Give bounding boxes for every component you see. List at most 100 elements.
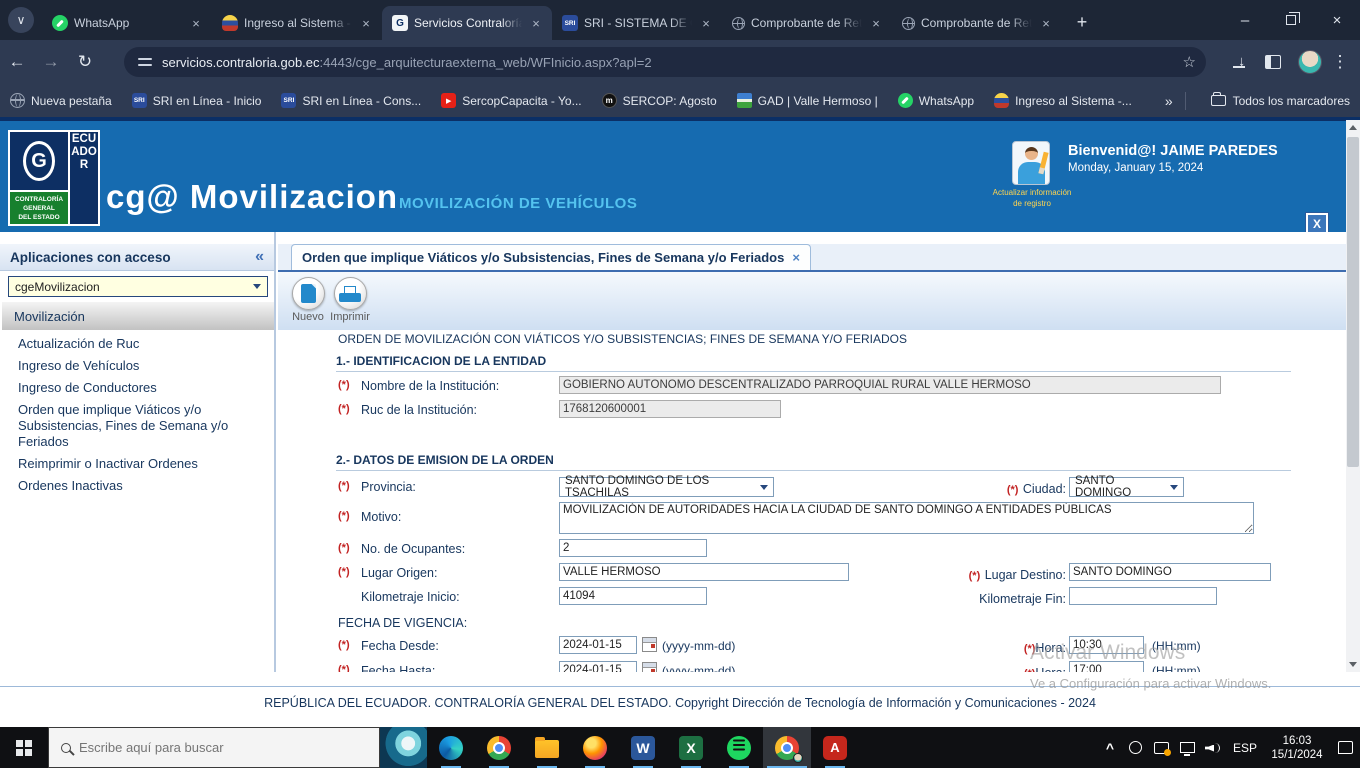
close-tab-icon[interactable]: × <box>188 15 204 31</box>
calendar-icon[interactable] <box>642 662 657 672</box>
tab-servicios-contraloria[interactable]: G Servicios Contraloría × <box>382 6 552 40</box>
scrollbar-down-arrow[interactable] <box>1346 657 1360 672</box>
close-tab-icon[interactable]: × <box>698 15 714 31</box>
bookmark-sercopcapacita[interactable]: ▶ SercopCapacita - Yo... <box>441 93 582 108</box>
tray-circle-icon[interactable] <box>1122 741 1148 754</box>
section-2-header: 2.- DATOS DE EMISION DE LA ORDEN <box>336 453 554 467</box>
reload-button[interactable]: ↻ <box>68 52 102 72</box>
ciudad-select[interactable]: SANTO DOMINGO <box>1069 475 1184 499</box>
motivo-textarea[interactable]: MOVILIZACIÓN DE AUTORIDADES HACIA LA CIU… <box>559 502 1254 534</box>
bookmark-whatsapp[interactable]: WhatsApp <box>897 93 974 108</box>
close-tab-icon[interactable]: × <box>528 15 544 31</box>
menu-kebab-icon[interactable]: ⋮ <box>1330 52 1350 72</box>
network-tray-icon[interactable] <box>1174 742 1200 756</box>
side-panel-icon[interactable] <box>1265 55 1281 69</box>
user-avatar[interactable] <box>1012 141 1050 185</box>
tab-title: Comprobante de Ret <box>751 16 862 30</box>
origen-input[interactable] <box>559 563 849 581</box>
taskbar-excel[interactable]: X <box>667 727 715 768</box>
search-input[interactable] <box>79 740 369 755</box>
calendar-icon[interactable] <box>642 637 657 652</box>
start-button[interactable] <box>0 727 48 768</box>
all-bookmarks-button[interactable]: Todos los marcadores <box>1196 92 1350 108</box>
bookmark-nueva-pestana[interactable]: Nueva pestaña <box>10 93 112 108</box>
scrollbar-thumb[interactable] <box>1347 137 1359 467</box>
sidebar-item-orden-viaticos[interactable]: Orden que implique Viáticos y/o Subsiste… <box>18 402 268 450</box>
ocupantes-input[interactable] <box>559 539 707 557</box>
bookmark-sri-consultas[interactable]: SRI SRI en Línea - Cons... <box>281 93 421 108</box>
tab-comprobante-2[interactable]: Comprobante de Ret × <box>892 6 1062 40</box>
restore-button[interactable] <box>1268 0 1314 40</box>
sidebar-item-ordenes-inactivas[interactable]: Ordenes Inactivas <box>18 478 268 494</box>
back-button[interactable]: ← <box>0 52 34 72</box>
sidebar-item-reimprimir-ordenes[interactable]: Reimprimir o Inactivar Ordenes <box>18 456 268 472</box>
tab-search-button[interactable]: ∨ <box>8 7 34 33</box>
url-host: servicios.contraloria.gob.ec <box>162 54 320 70</box>
url-bar[interactable]: servicios.contraloria.gob.ec:4443/cge_ar… <box>124 47 1206 77</box>
tab-whatsapp[interactable]: WhatsApp × <box>42 6 212 40</box>
tab-sri-sistema[interactable]: SRI SRI - SISTEMA DE CO × <box>552 6 722 40</box>
site-info-icon[interactable] <box>138 56 152 68</box>
sidebar-item-actualizacion-ruc[interactable]: Actualización de Ruc <box>18 336 268 352</box>
section-1-header: 1.- IDENTIFICACION DE LA ENTIDAD <box>336 354 547 368</box>
ecuador-emblem-icon <box>994 93 1010 108</box>
bookmark-sercop[interactable]: m SERCOP: Agosto <box>601 93 717 108</box>
volume-tray-icon[interactable] <box>1200 741 1226 755</box>
language-indicator[interactable]: ESP <box>1226 741 1264 755</box>
taskbar-firefox[interactable] <box>571 727 619 768</box>
close-content-tab-icon[interactable]: × <box>792 250 800 265</box>
close-tab-icon[interactable]: × <box>1038 15 1054 31</box>
minimize-button[interactable]: – <box>1222 0 1268 40</box>
km-inicio-input[interactable] <box>559 587 707 605</box>
forward-button[interactable]: → <box>34 52 68 72</box>
hidden-icons-chevron[interactable]: ^ <box>1098 740 1122 756</box>
close-window-button[interactable]: × <box>1314 0 1360 40</box>
taskbar-edge[interactable] <box>427 727 475 768</box>
ruc-input[interactable] <box>559 400 781 418</box>
logout-close-button[interactable]: X <box>1305 212 1329 235</box>
action-center-button[interactable] <box>1330 741 1360 754</box>
downloads-icon[interactable]: ← <box>1222 54 1256 70</box>
bookmark-star-icon[interactable]: ☆ <box>1183 53 1196 71</box>
fecha-desde-input[interactable] <box>559 636 637 654</box>
taskbar-chrome-active[interactable] <box>763 727 811 768</box>
close-tab-icon[interactable]: × <box>358 15 374 31</box>
close-tab-icon[interactable]: × <box>868 15 884 31</box>
taskbar-search[interactable] <box>48 727 380 768</box>
news-weather-widget[interactable] <box>380 727 427 768</box>
application-select[interactable]: cgeMovilizacion <box>8 276 268 297</box>
taskbar-clock[interactable]: 16:03 15/1/2024 <box>1264 734 1330 762</box>
taskbar-word[interactable]: W <box>619 727 667 768</box>
new-tab-button[interactable]: + <box>1068 8 1096 36</box>
taskbar-file-explorer[interactable] <box>523 727 571 768</box>
bookmark-ingreso[interactable]: Ingreso al Sistema -... <box>994 93 1132 108</box>
sidebar-item-ingreso-conductores[interactable]: Ingreso de Conductores <box>18 380 268 396</box>
print-button[interactable]: Imprimir <box>328 277 372 323</box>
content-tab-orden[interactable]: Orden que implique Viáticos y/o Subsiste… <box>291 244 811 270</box>
taskbar-spotify[interactable] <box>715 727 763 768</box>
bookmark-gad[interactable]: GAD | Valle Hermoso | <box>736 93 878 108</box>
chevron-down-icon: ∨ <box>16 13 26 27</box>
url-text[interactable]: servicios.contraloria.gob.ec:4443/cge_ar… <box>162 55 1175 70</box>
tab-ingreso-sistema[interactable]: Ingreso al Sistema - C × <box>212 6 382 40</box>
sidebar-item-ingreso-vehiculos[interactable]: Ingreso de Vehículos <box>18 358 268 374</box>
taskbar-acrobat[interactable]: A <box>811 727 859 768</box>
content-tab-strip: Orden que implique Viáticos y/o Subsiste… <box>278 232 1346 272</box>
page-scrollbar[interactable] <box>1346 120 1360 672</box>
bookmark-sri-inicio[interactable]: SRI SRI en Línea - Inicio <box>131 93 261 108</box>
cast-tray-icon[interactable] <box>1148 741 1174 756</box>
update-registration-link[interactable]: Actualizar información de registro <box>990 187 1074 209</box>
provincia-select[interactable]: SANTO DOMINGO DE LOS TSACHILAS <box>559 475 774 499</box>
km-fin-input[interactable] <box>1069 587 1217 605</box>
collapse-sidebar-icon[interactable]: « <box>255 248 264 266</box>
nombre-input[interactable] <box>559 376 1221 394</box>
new-button[interactable]: Nuevo <box>286 277 330 323</box>
taskbar-chrome[interactable] <box>475 727 523 768</box>
scrollbar-up-arrow[interactable] <box>1346 120 1360 135</box>
new-button-circle <box>291 277 325 310</box>
destino-input[interactable] <box>1069 563 1271 581</box>
fecha-hasta-input[interactable] <box>559 661 637 672</box>
tab-comprobante-1[interactable]: Comprobante de Ret × <box>722 6 892 40</box>
bookmarks-overflow-chevron[interactable]: » <box>1157 93 1181 109</box>
profile-avatar[interactable] <box>1298 50 1322 74</box>
